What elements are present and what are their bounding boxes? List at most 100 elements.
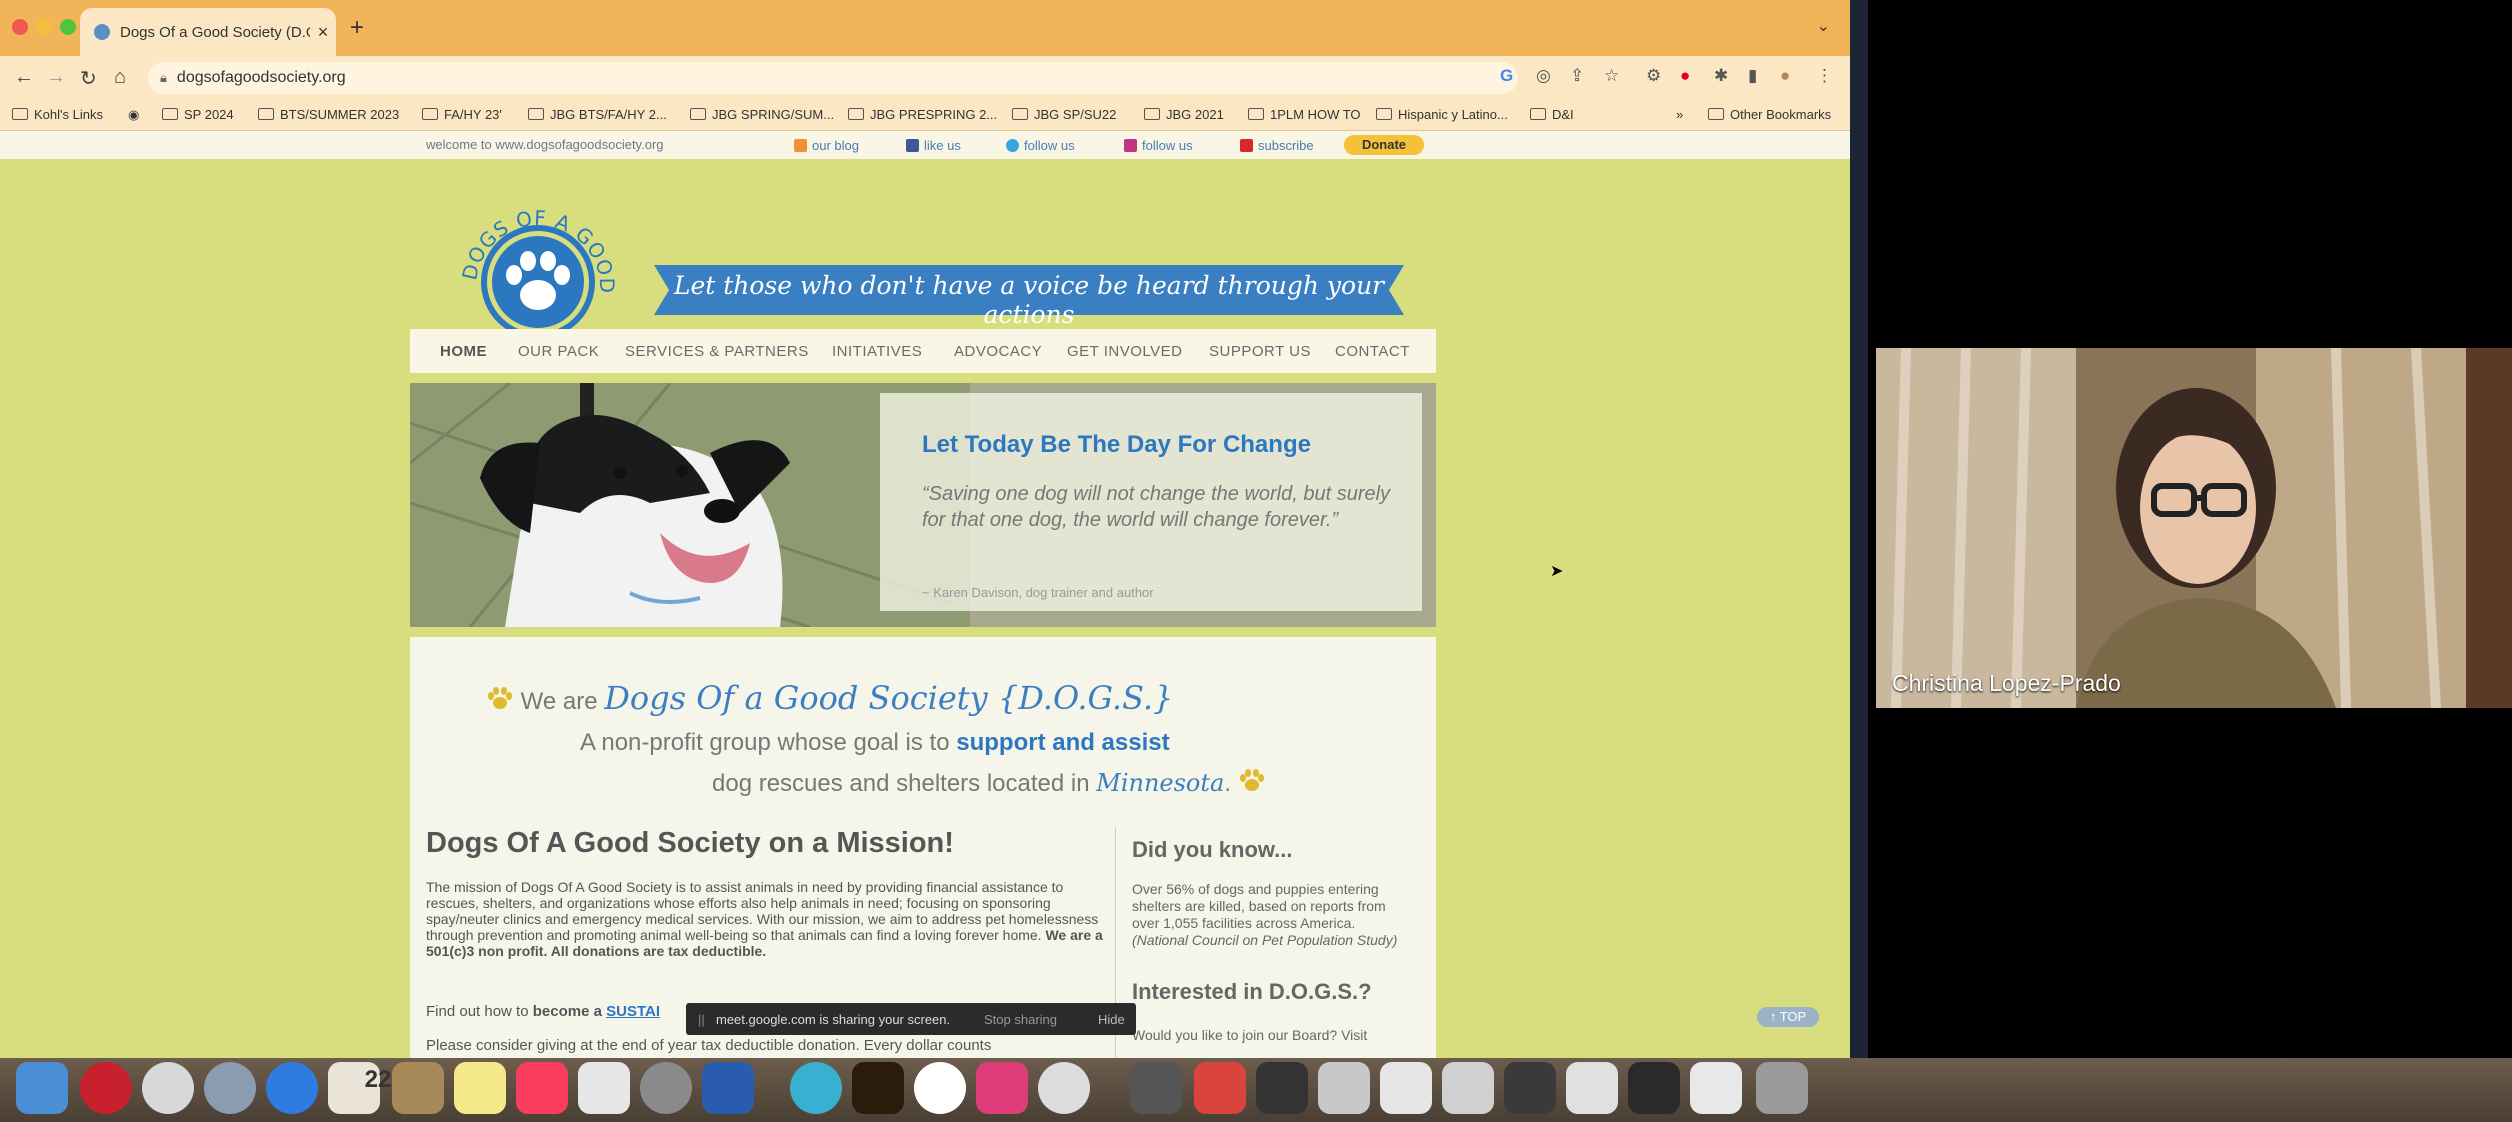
facebook-link[interactable]: like us [906,138,961,153]
bookmark-item[interactable]: Kohl's Links [12,107,103,122]
home-icon[interactable]: ⌂ [114,66,126,89]
profile-avatar-icon[interactable]: ● [1780,66,1790,86]
folder-icon [258,108,274,120]
document-thumbnail-icon[interactable] [1628,1062,1680,1114]
help-icon[interactable] [1130,1062,1182,1114]
launchpad-icon[interactable] [204,1062,256,1114]
nav-home[interactable]: HOME [440,343,487,360]
new-tab-button[interactable]: + [350,14,364,42]
webpage: welcome to www.dogsofagoodsociety.org ou… [0,131,1850,1058]
bookmark-item[interactable]: FA/HY 23' [422,107,502,122]
vpn-client-icon[interactable] [142,1062,194,1114]
close-tab-icon[interactable]: × [310,22,336,43]
nav-contact[interactable]: CONTACT [1335,343,1410,360]
nav-initiatives[interactable]: INITIATIVES [832,343,922,360]
youtube-link[interactable]: subscribe [1240,138,1314,153]
reload-icon[interactable]: ↻ [80,66,97,91]
share-icon[interactable]: ⇪ [1570,66,1584,86]
document-thumbnail-icon[interactable] [1318,1062,1370,1114]
stop-sharing-button[interactable]: Stop sharing [984,1012,1057,1027]
document-thumbnail-icon[interactable] [1380,1062,1432,1114]
illustrator-icon[interactable] [852,1062,904,1114]
textedit-icon[interactable] [578,1062,630,1114]
address-bar[interactable]: 🔒︎ dogsofagoodsociety.org [148,62,1518,94]
minimize-window-button[interactable] [36,19,52,35]
nav-get-involved[interactable]: GET INVOLVED [1067,343,1182,360]
finder-icon[interactable] [16,1062,68,1114]
twitter-link[interactable]: follow us [1006,138,1075,153]
browser-menu-icon[interactable]: ⋮ [1816,66,1833,86]
bookmark-item[interactable]: JBG PRESPRING 2... [848,107,997,122]
folder-icon [848,108,864,120]
nav-advocacy[interactable]: ADVOCACY [954,343,1042,360]
back-arrow-icon[interactable]: ← [14,66,34,89]
google-lens-icon[interactable]: G [1500,66,1513,86]
tab-search-chevron-icon[interactable]: ⌄ [1817,16,1830,36]
document-thumbnail-icon[interactable] [1690,1062,1742,1114]
safari-icon[interactable] [266,1062,318,1114]
participant-video-tile[interactable]: Christina Lopez-Prado [1876,348,2512,708]
other-bookmarks[interactable]: Other Bookmarks [1708,107,1831,122]
nav-services-partners[interactable]: SERVICES & PARTNERS [625,343,809,360]
sustainer-link[interactable]: SUSTAI [606,1003,660,1020]
notes-icon[interactable] [454,1062,506,1114]
we-are-text: We are [520,688,598,715]
tab-bar: Dogs Of a Good Society (D.O.G × + ⌄ [0,0,1850,56]
globe-icon: ◉ [128,107,140,122]
paw-icon [488,687,512,709]
system-settings-icon[interactable] [640,1062,692,1114]
bookmark-item[interactable]: JBG SP/SU22 [1012,107,1116,122]
extensions-puzzle-icon[interactable]: ✱ [1714,66,1728,86]
folder-icon [12,108,28,120]
hero-quote: “Saving one dog will not change the worl… [922,483,1391,531]
bookmark-item[interactable]: D&I [1530,107,1574,122]
window-thumbnail-icon[interactable] [1256,1062,1308,1114]
rsa-securid-icon[interactable] [80,1062,132,1114]
bookmark-item[interactable]: SP 2024 [162,107,234,122]
extension-gear-icon[interactable]: ⚙ [1646,66,1661,86]
mission-heading: Dogs Of A Good Society on a Mission! [426,827,954,859]
trash-icon[interactable] [1756,1062,1808,1114]
circle-app-icon[interactable] [1038,1062,1090,1114]
bookmark-star-icon[interactable]: ☆ [1604,66,1619,86]
forward-arrow-icon[interactable]: → [46,66,66,89]
document-thumbnail-icon[interactable] [1566,1062,1618,1114]
pinterest-icon[interactable]: ● [1680,66,1690,86]
nav-support-us[interactable]: SUPPORT US [1209,343,1311,360]
hero-slide: Let Today Be The Day For Change “Saving … [410,383,1436,627]
webex-icon[interactable] [702,1062,754,1114]
bookmark-item[interactable]: JBG BTS/FA/HY 2... [528,107,667,122]
bookmark-item[interactable]: ◉ [128,107,145,123]
bookmarks-overflow-button[interactable]: » [1676,107,1683,122]
hide-share-notice-button[interactable]: Hide [1098,1012,1125,1027]
did-you-know-text: Over 56% of dogs and puppies entering sh… [1132,881,1398,948]
side-panel-icon[interactable]: ▮ [1748,66,1757,86]
close-window-button[interactable] [12,19,28,35]
blog-link[interactable]: our blog [794,138,859,153]
network-globe-icon[interactable] [790,1062,842,1114]
bookmark-item[interactable]: Hispanic y Latino... [1376,107,1508,122]
document-thumbnail-icon[interactable] [1442,1062,1494,1114]
year-end-giving-text: Please consider giving at the end of yea… [426,1037,992,1054]
intro-line-3: dog rescues and shelters located in Minn… [712,769,1266,798]
tagline-text: Let those who don't have a voice be hear… [673,271,1385,329]
bookmark-item[interactable]: BTS/SUMMER 2023 [258,107,399,122]
drag-handle-icon[interactable]: || [698,1012,705,1027]
music-icon[interactable] [516,1062,568,1114]
nav-our-pack[interactable]: OUR PACK [518,343,599,360]
document-thumbnail-icon[interactable] [1504,1062,1556,1114]
chrome-icon[interactable] [914,1062,966,1114]
folder-icon [162,108,178,120]
browser-tab[interactable]: Dogs Of a Good Society (D.O.G × [80,8,336,56]
instagram-link[interactable]: follow us [1124,138,1193,153]
bookmark-item[interactable]: JBG 2021 [1144,107,1224,122]
back-to-top-button[interactable]: ↑ TOP [1757,1007,1819,1027]
incognito-eye-icon[interactable]: ◎ [1536,66,1551,86]
creative-cloud-icon[interactable] [1194,1062,1246,1114]
bookmark-item[interactable]: JBG SPRING/SUM... [690,107,834,122]
did-you-know-heading: Did you know... [1132,837,1293,862]
zoom-window-button[interactable] [60,19,76,35]
donate-button[interactable]: Donate [1344,135,1424,155]
slack-icon[interactable] [976,1062,1028,1114]
bookmark-item[interactable]: 1PLM HOW TO [1248,107,1361,122]
